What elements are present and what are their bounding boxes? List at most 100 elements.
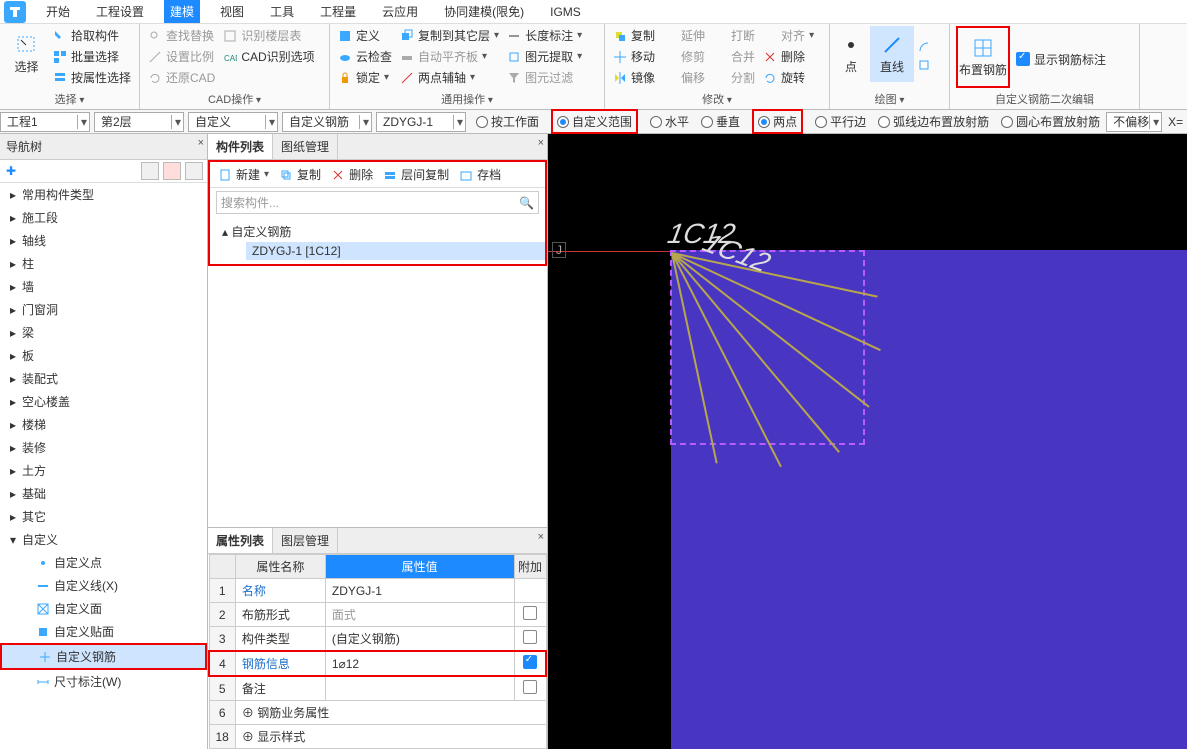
combo-floor[interactable]: 第2层▾ — [94, 112, 184, 132]
tree-item[interactable]: ▸梁 — [0, 321, 207, 344]
tree-item[interactable]: ▸施工段 — [0, 206, 207, 229]
identify-layer[interactable]: 识别楼层表 — [221, 26, 316, 45]
tab-properties[interactable]: 属性列表 — [208, 528, 273, 553]
radio-arc[interactable]: 弧线边布置放射筋 — [878, 113, 989, 130]
lock[interactable]: 锁定 — [336, 68, 394, 87]
layercopy-button[interactable]: 层间复制 — [381, 165, 451, 184]
trim-cmd[interactable]: 修剪 — [661, 47, 707, 66]
cad-options[interactable]: CADCAD识别选项 — [221, 47, 316, 66]
radio-parallel[interactable]: 平行边 — [815, 113, 866, 130]
copy-button[interactable]: 复制 — [277, 165, 323, 184]
split-cmd[interactable]: 分割 — [711, 68, 757, 87]
tree-item[interactable]: ▸其它 — [0, 505, 207, 528]
rotate-cmd[interactable]: 旋转 — [761, 68, 816, 87]
complist-item[interactable]: ZDYGJ-1 [1C12] — [246, 242, 545, 260]
nav-view2-icon[interactable] — [163, 162, 181, 180]
pick-component[interactable]: 拾取构件 — [51, 26, 133, 45]
auto-align[interactable]: 自动平齐板 — [398, 47, 501, 66]
image-filter[interactable]: 图元过滤 — [505, 68, 584, 87]
tree-item[interactable]: ▸柱 — [0, 252, 207, 275]
ribbon-group-cad[interactable]: CAD操作 — [146, 91, 323, 107]
find-replace[interactable]: 查找替换 — [146, 26, 217, 45]
break-cmd[interactable]: 打断 — [711, 26, 757, 45]
drawing-canvas[interactable]: J 1C12 1C12 — [548, 134, 1187, 749]
tree-item[interactable]: ▸装修 — [0, 436, 207, 459]
rect-icon[interactable] — [918, 59, 930, 71]
ribbon-group-draw[interactable]: 绘图 — [836, 91, 943, 107]
cloud-check[interactable]: 云检查 — [336, 47, 394, 66]
radio-two-point[interactable]: 两点 — [752, 109, 803, 134]
tab-cloud[interactable]: 云应用 — [376, 0, 424, 23]
extend-cmd[interactable]: 延伸 — [661, 26, 707, 45]
tree-item[interactable]: ▸门窗洞 — [0, 298, 207, 321]
tree-sub[interactable]: 自定义点 — [0, 551, 207, 574]
combo-type[interactable]: 自定义钢筋▾ — [282, 112, 372, 132]
tree-item[interactable]: ▸装配式 — [0, 367, 207, 390]
tree-item[interactable]: ▸轴线 — [0, 229, 207, 252]
tab-collab[interactable]: 协同建模(限免) — [438, 0, 530, 23]
show-rebar-checkbox[interactable] — [1016, 52, 1030, 66]
tab-igms[interactable]: IGMS — [544, 2, 587, 22]
offset-cmd[interactable]: 偏移 — [661, 68, 707, 87]
radio-horizontal[interactable]: 水平 — [650, 113, 689, 130]
complist-root[interactable]: ▴ 自定义钢筋 — [210, 221, 545, 242]
table-row[interactable]: 1名称ZDYGJ-1 — [209, 579, 546, 603]
table-row[interactable]: 6⊕ 钢筋业务属性 — [209, 701, 546, 725]
complist-close-icon[interactable]: × — [538, 137, 544, 149]
ribbon-group-modify[interactable]: 修改 — [611, 91, 823, 107]
length-dim[interactable]: 长度标注 — [505, 26, 584, 45]
move-cmd[interactable]: 移动 — [611, 47, 657, 66]
set-scale[interactable]: 设置比例 — [146, 47, 217, 66]
table-row-rebar-info[interactable]: 4钢筋信息1⌀12 — [209, 651, 546, 676]
by-property-select[interactable]: 按属性选择 — [51, 68, 133, 87]
nav-view1-icon[interactable] — [141, 162, 159, 180]
archive-button[interactable]: 存档 — [457, 165, 503, 184]
copy-to-layer[interactable]: 复制到其它层 — [398, 26, 501, 45]
tab-model[interactable]: 建模 — [164, 0, 200, 23]
align-cmd[interactable]: 对齐 — [761, 26, 816, 45]
line-button[interactable]: 直线 — [870, 26, 914, 82]
nav-view3-icon[interactable] — [185, 162, 203, 180]
tab-start[interactable]: 开始 — [40, 0, 76, 23]
table-row[interactable]: 3构件类型(自定义钢筋) — [209, 627, 546, 652]
combo-component[interactable]: ZDYGJ-1▾ — [376, 112, 466, 132]
two-point-axis[interactable]: 两点辅轴 — [398, 68, 501, 87]
table-row[interactable]: 18⊕ 显示样式 — [209, 725, 546, 749]
copy-cmd[interactable]: 复制 — [611, 26, 657, 45]
tab-tool[interactable]: 工具 — [264, 0, 300, 23]
tab-drawings[interactable]: 图纸管理 — [273, 134, 338, 159]
tree-sub[interactable]: 自定义贴面 — [0, 620, 207, 643]
tree-item[interactable]: ▸常用构件类型 — [0, 183, 207, 206]
tree-item[interactable]: ▸墙 — [0, 275, 207, 298]
place-rebar-button[interactable]: 布置钢筋 — [956, 26, 1010, 88]
delete-button[interactable]: 删除 — [329, 165, 375, 184]
restore-cad[interactable]: 还原CAD — [146, 68, 217, 87]
tab-componentlist[interactable]: 构件列表 — [208, 134, 273, 159]
merge-cmd[interactable]: 合并 — [711, 47, 757, 66]
table-row[interactable]: 2布筋形式面式 — [209, 603, 546, 627]
radio-custom-range[interactable]: 自定义范围 — [551, 109, 638, 134]
new-button[interactable]: 新建 — [216, 165, 271, 184]
radio-vertical[interactable]: 垂直 — [701, 113, 740, 130]
radio-by-workface[interactable]: 按工作面 — [476, 113, 539, 130]
radio-circle[interactable]: 圆心布置放射筋 — [1001, 113, 1100, 130]
ribbon-group-general[interactable]: 通用操作 — [336, 91, 598, 107]
tab-project[interactable]: 工程设置 — [90, 0, 150, 23]
tree-sub[interactable]: 自定义线(X) — [0, 574, 207, 597]
tree-item-custom[interactable]: ▾自定义 — [0, 528, 207, 551]
combo-category[interactable]: 自定义▾ — [188, 112, 278, 132]
table-row[interactable]: 5备注 — [209, 676, 546, 701]
batch-select[interactable]: 批量选择 — [51, 47, 133, 66]
tab-layers[interactable]: 图层管理 — [273, 528, 338, 553]
show-rebar-label[interactable]: 显示钢筋标注 — [1014, 50, 1108, 69]
nav-tree[interactable]: ▸常用构件类型 ▸施工段 ▸轴线 ▸柱 ▸墙 ▸门窗洞 ▸梁 ▸板 ▸装配式 ▸… — [0, 183, 207, 749]
tree-item[interactable]: ▸板 — [0, 344, 207, 367]
tree-item[interactable]: ▸空心楼盖 — [0, 390, 207, 413]
prop-close-icon[interactable]: × — [538, 531, 544, 543]
tree-item[interactable]: ▸土方 — [0, 459, 207, 482]
tree-sub-custom-rebar[interactable]: 自定义钢筋 — [0, 643, 207, 670]
point-button[interactable]: 点 — [836, 26, 866, 82]
tree-item[interactable]: ▸楼梯 — [0, 413, 207, 436]
nav-add-icon[interactable]: ✚ — [4, 162, 18, 180]
delete-cmd[interactable]: 删除 — [761, 47, 816, 66]
